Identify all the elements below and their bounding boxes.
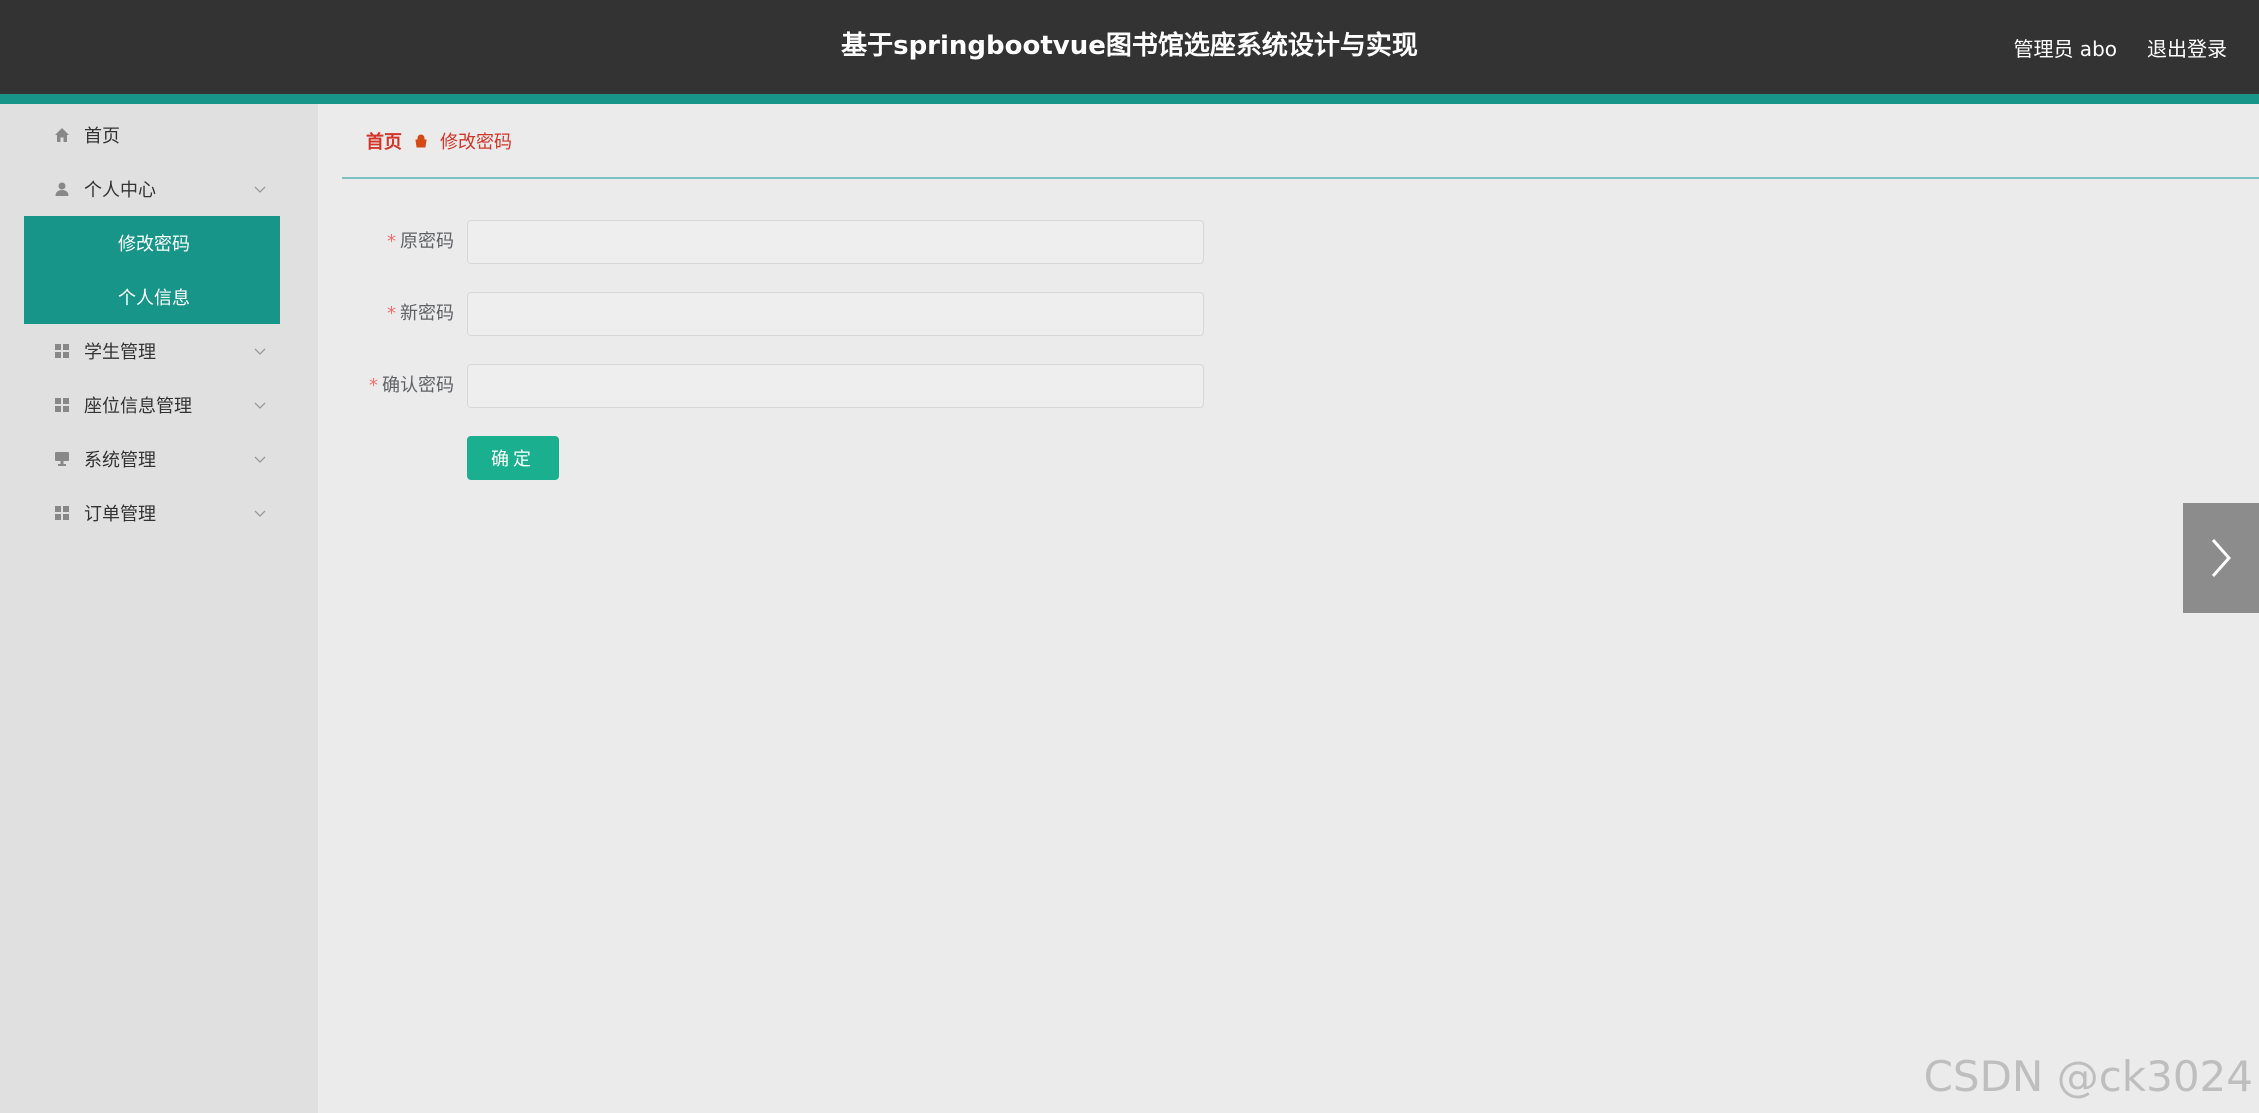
sidebar-item-label: 首页 (84, 126, 120, 147)
side-panel-toggle[interactable] (2183, 503, 2259, 613)
sidebar-subitem-change-password[interactable]: 修改密码 (24, 216, 280, 270)
form-row-old-password: * 原密码 (342, 220, 1342, 264)
chevron-right-icon (2211, 539, 2232, 577)
monitor-icon (54, 451, 70, 467)
sidebar-subitem-label: 个人信息 (118, 288, 190, 309)
sidebar: 首页 个人中心 修改密码 个人信息 学生管理 座位信息管理 系统管理 订单管理 (0, 104, 318, 1113)
sidebar-subitem-label: 修改密码 (118, 234, 190, 255)
new-password-input[interactable] (467, 292, 1204, 336)
form-row-confirm-password: * 确认密码 (342, 364, 1342, 408)
sidebar-submenu-personal-center: 修改密码 个人信息 (24, 216, 280, 324)
logout-link[interactable]: 退出登录 (2147, 33, 2227, 62)
grid-icon (54, 343, 70, 359)
old-password-input[interactable] (467, 220, 1204, 264)
sidebar-subitem-personal-info[interactable]: 个人信息 (24, 270, 280, 324)
sidebar-item-order-management[interactable]: 订单管理 (24, 486, 280, 540)
sidebar-item-label: 系统管理 (84, 450, 156, 471)
chevron-down-icon (254, 348, 266, 355)
breadcrumb-current: 修改密码 (440, 131, 512, 153)
sidebar-item-label: 座位信息管理 (84, 396, 192, 417)
old-password-label: * 原密码 (387, 231, 454, 252)
app-title: 基于springbootvue图书馆选座系统设计与实现 (841, 31, 1418, 61)
new-password-label: * 新密码 (387, 303, 454, 324)
grid-icon (54, 505, 70, 521)
sidebar-item-label: 订单管理 (84, 504, 156, 525)
chevron-down-icon (254, 402, 266, 409)
sidebar-item-home[interactable]: 首页 (24, 108, 280, 162)
sidebar-item-seat-management[interactable]: 座位信息管理 (24, 378, 280, 432)
sidebar-menu: 首页 个人中心 修改密码 个人信息 学生管理 座位信息管理 系统管理 订单管理 (24, 104, 280, 540)
user-icon (54, 181, 70, 197)
breadcrumb: 首页 修改密码 (342, 104, 2259, 179)
sidebar-item-label: 个人中心 (84, 180, 156, 201)
confirm-password-input[interactable] (467, 364, 1204, 408)
top-header: 基于springbootvue图书馆选座系统设计与实现 管理员 abo 退出登录 (0, 0, 2259, 94)
breadcrumb-separator-icon (414, 134, 428, 148)
sidebar-item-label: 学生管理 (84, 342, 156, 363)
watermark: CSDN @ck3024 (1923, 1052, 2253, 1101)
current-user-label: 管理员 abo (2013, 36, 2117, 61)
home-icon (54, 127, 70, 143)
confirm-password-label: * 确认密码 (369, 375, 454, 396)
header-user-area: 管理员 abo 退出登录 (2013, 0, 2227, 94)
sidebar-item-personal-center[interactable]: 个人中心 (24, 162, 280, 216)
chevron-down-icon (254, 456, 266, 463)
chevron-up-icon (254, 186, 266, 193)
sidebar-item-system-management[interactable]: 系统管理 (24, 432, 280, 486)
breadcrumb-home[interactable]: 首页 (366, 128, 402, 154)
submit-button[interactable]: 确定 (467, 436, 559, 480)
grid-icon (54, 397, 70, 413)
header-accent-bar (0, 94, 2259, 104)
chevron-down-icon (254, 510, 266, 517)
sidebar-item-student-management[interactable]: 学生管理 (24, 324, 280, 378)
form-row-new-password: * 新密码 (342, 292, 1342, 336)
